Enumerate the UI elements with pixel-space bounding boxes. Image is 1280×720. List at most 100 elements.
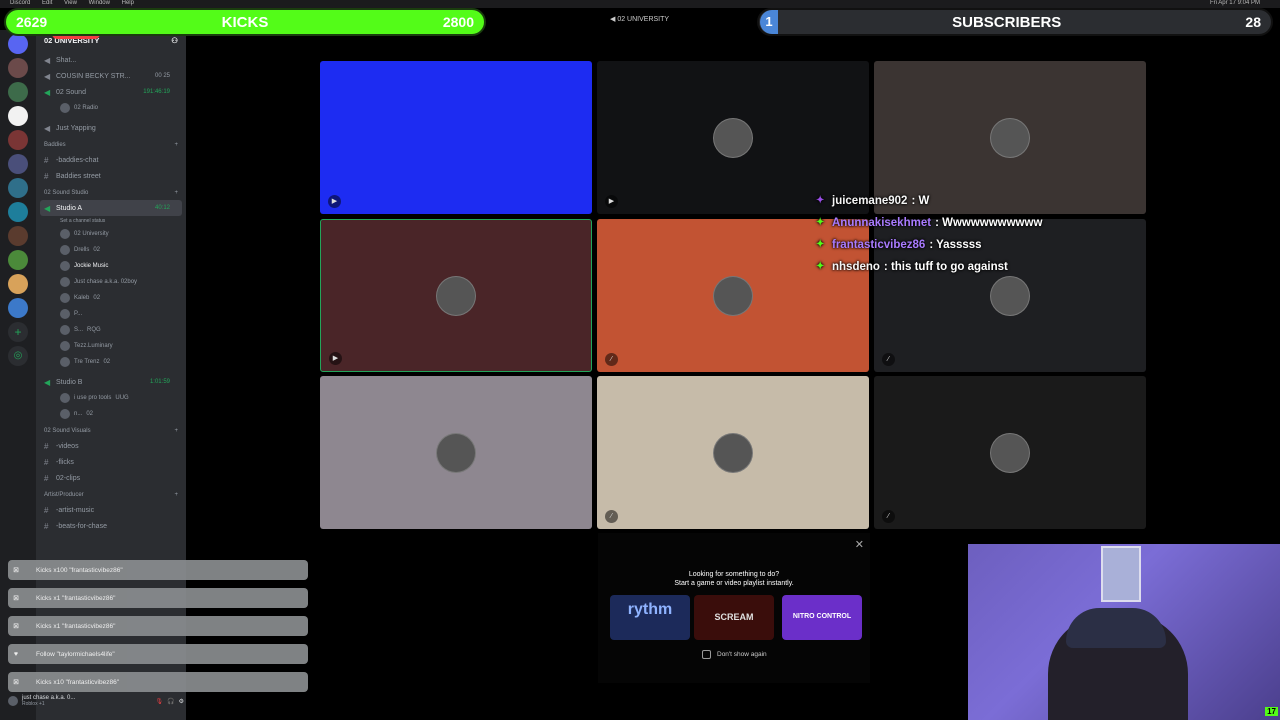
kick-icon: ⊠ bbox=[13, 623, 19, 630]
chat-username: juicemane902 bbox=[832, 195, 908, 207]
alert-text: Kicks x1 "frantasticvibez86" bbox=[36, 622, 116, 630]
voice-channel-studio-a[interactable]: ◀ Studio A 40:12 bbox=[40, 200, 182, 216]
voice-channel[interactable]: ◀ Shat... bbox=[36, 52, 186, 68]
menubar-view[interactable]: View bbox=[64, 0, 77, 6]
voice-user[interactable]: n... 02 bbox=[36, 406, 186, 422]
streamer-hat bbox=[1066, 608, 1166, 648]
subs-goal: 28 bbox=[1245, 14, 1261, 30]
category-visuals[interactable]: 02 Sound Visuals + bbox=[36, 422, 186, 438]
webcam-feed: 17 bbox=[968, 544, 1280, 720]
server-icon[interactable] bbox=[8, 226, 28, 246]
voice-user[interactable]: Jockie Music bbox=[36, 258, 186, 274]
text-channel[interactable]: #02-clips bbox=[36, 470, 186, 486]
headphones-icon[interactable]: 🎧 bbox=[167, 698, 174, 705]
avatar bbox=[713, 432, 753, 473]
voice-user[interactable]: Kaleb 02 bbox=[36, 290, 186, 306]
voice-user[interactable]: Just chase a.k.a. 02boy bbox=[36, 274, 186, 290]
menubar-help[interactable]: Help bbox=[122, 0, 134, 6]
subs-label: SUBSCRIBERS bbox=[952, 13, 1062, 31]
category-studio[interactable]: 02 Sound Studio + bbox=[36, 184, 186, 200]
voice-user[interactable]: Drells 02 bbox=[36, 242, 186, 258]
server-icon[interactable] bbox=[8, 130, 28, 150]
close-icon[interactable]: ✕ bbox=[855, 538, 864, 551]
server-icon[interactable] bbox=[8, 274, 28, 294]
chat-message: ✦ Anunnakisekhmet: Wwwwwwwwwww bbox=[816, 212, 1096, 234]
server-icon[interactable] bbox=[8, 178, 28, 198]
chat-text: : Yasssss bbox=[929, 239, 982, 251]
chat-username: Anunnakisekhmet bbox=[832, 217, 932, 229]
video-tile[interactable]: ⁄ bbox=[874, 376, 1146, 529]
hash-icon: # bbox=[44, 473, 49, 483]
text-channel[interactable]: # -flicks bbox=[36, 454, 186, 470]
mic-muted-icon[interactable]: 🎙 bbox=[156, 698, 164, 705]
voice-channel[interactable]: ◀ COUSIN BECKY STR... 00 25 bbox=[36, 68, 186, 84]
discord-home-icon[interactable] bbox=[8, 34, 28, 54]
plus-icon[interactable]: + bbox=[174, 142, 178, 152]
kick-viewers-badge: 17 bbox=[1265, 707, 1278, 716]
voice-user[interactable]: Tezz.Luminary bbox=[36, 338, 186, 354]
dont-show-again[interactable]: Don't show again bbox=[702, 650, 767, 659]
category-baddies[interactable]: Baddies + bbox=[36, 136, 186, 152]
avatar bbox=[60, 309, 70, 319]
menubar-edit[interactable]: Edit bbox=[42, 0, 52, 6]
video-tile[interactable]: ⁄ bbox=[597, 376, 869, 529]
text-channel[interactable]: # -beats-for-chase bbox=[36, 518, 186, 534]
video-tile[interactable]: ▶ bbox=[320, 61, 592, 214]
avatar bbox=[60, 293, 70, 303]
plus-icon[interactable]: + bbox=[174, 492, 178, 502]
video-icon: ▶ bbox=[605, 195, 618, 208]
voice-channel-studio-b[interactable]: ◀ Studio B 1:01:59 bbox=[36, 374, 186, 390]
text-channel[interactable]: # Baddies street bbox=[36, 168, 186, 184]
user-badge-icon: ✦ bbox=[816, 239, 825, 250]
text-channel[interactable]: # -videos bbox=[36, 438, 186, 454]
voice-user[interactable]: S... RQG bbox=[36, 322, 186, 338]
chat-username: nhsdeno bbox=[832, 261, 880, 273]
checkbox[interactable] bbox=[702, 650, 711, 659]
server-icon[interactable] bbox=[8, 298, 28, 318]
voice-user[interactable]: Tre Trenz 02 bbox=[36, 354, 186, 370]
plus-icon[interactable]: + bbox=[174, 428, 178, 438]
activity-card-nitro-control[interactable]: NITRO CONTROL bbox=[782, 595, 862, 640]
video-tile[interactable] bbox=[320, 376, 592, 529]
chat-text: : Wwwwwwwwwww bbox=[935, 217, 1043, 229]
explore-icon[interactable]: ◎ bbox=[8, 346, 28, 366]
avatar bbox=[60, 261, 70, 271]
chat-text: : W bbox=[911, 195, 930, 207]
voice-user[interactable]: P... bbox=[36, 306, 186, 322]
category-artist[interactable]: Artist/Producer + bbox=[36, 486, 186, 502]
avatar bbox=[436, 432, 476, 473]
alert-text: Kicks x1 "frantasticvibez86" bbox=[36, 594, 116, 602]
activity-card-rythm[interactable]: rythm bbox=[610, 595, 690, 640]
add-friend-icon[interactable]: ⚇ bbox=[171, 36, 178, 46]
server-icon[interactable] bbox=[8, 106, 28, 126]
voice-user[interactable]: i use pro tools UUG bbox=[36, 390, 186, 406]
server-icon[interactable] bbox=[8, 250, 28, 270]
text-channel[interactable]: # -baddies-chat bbox=[36, 152, 186, 168]
server-icon[interactable] bbox=[8, 58, 28, 78]
mac-menubar: Discord Edit View Window Help Fri Apr 17… bbox=[0, 0, 1280, 8]
mic-muted-icon: ⁄ bbox=[882, 510, 895, 523]
avatar[interactable] bbox=[8, 696, 18, 706]
voice-channel[interactable]: ◀ 02 Sound 191:46:19 bbox=[36, 84, 186, 100]
kicks-label: KICKS bbox=[221, 13, 269, 31]
avatar bbox=[990, 432, 1030, 473]
speaker-icon: ◀ bbox=[44, 87, 51, 97]
server-icon[interactable] bbox=[8, 154, 28, 174]
video-icon: ▶ bbox=[328, 195, 341, 208]
voice-channel[interactable]: ◀ Just Yapping bbox=[36, 120, 186, 136]
activity-card-scream[interactable]: SCREAM bbox=[694, 595, 774, 640]
kick-icon: ⊠ bbox=[13, 567, 19, 574]
channel-status[interactable]: Set a channel status bbox=[36, 216, 186, 226]
menubar-app[interactable]: Discord bbox=[10, 0, 30, 6]
voice-user[interactable]: 02 University bbox=[36, 226, 186, 242]
voice-user[interactable]: 02 Radio bbox=[36, 100, 186, 116]
text-channel[interactable]: # -artist-music bbox=[36, 502, 186, 518]
video-tile[interactable]: ▶ bbox=[320, 219, 592, 372]
plus-icon[interactable]: + bbox=[174, 190, 178, 200]
server-icon[interactable] bbox=[8, 82, 28, 102]
add-server-icon[interactable]: + bbox=[8, 322, 28, 342]
menubar-window[interactable]: Window bbox=[89, 0, 110, 6]
gear-icon[interactable]: ⚙ bbox=[179, 698, 184, 705]
server-icon[interactable] bbox=[8, 202, 28, 222]
avatar bbox=[60, 393, 70, 403]
